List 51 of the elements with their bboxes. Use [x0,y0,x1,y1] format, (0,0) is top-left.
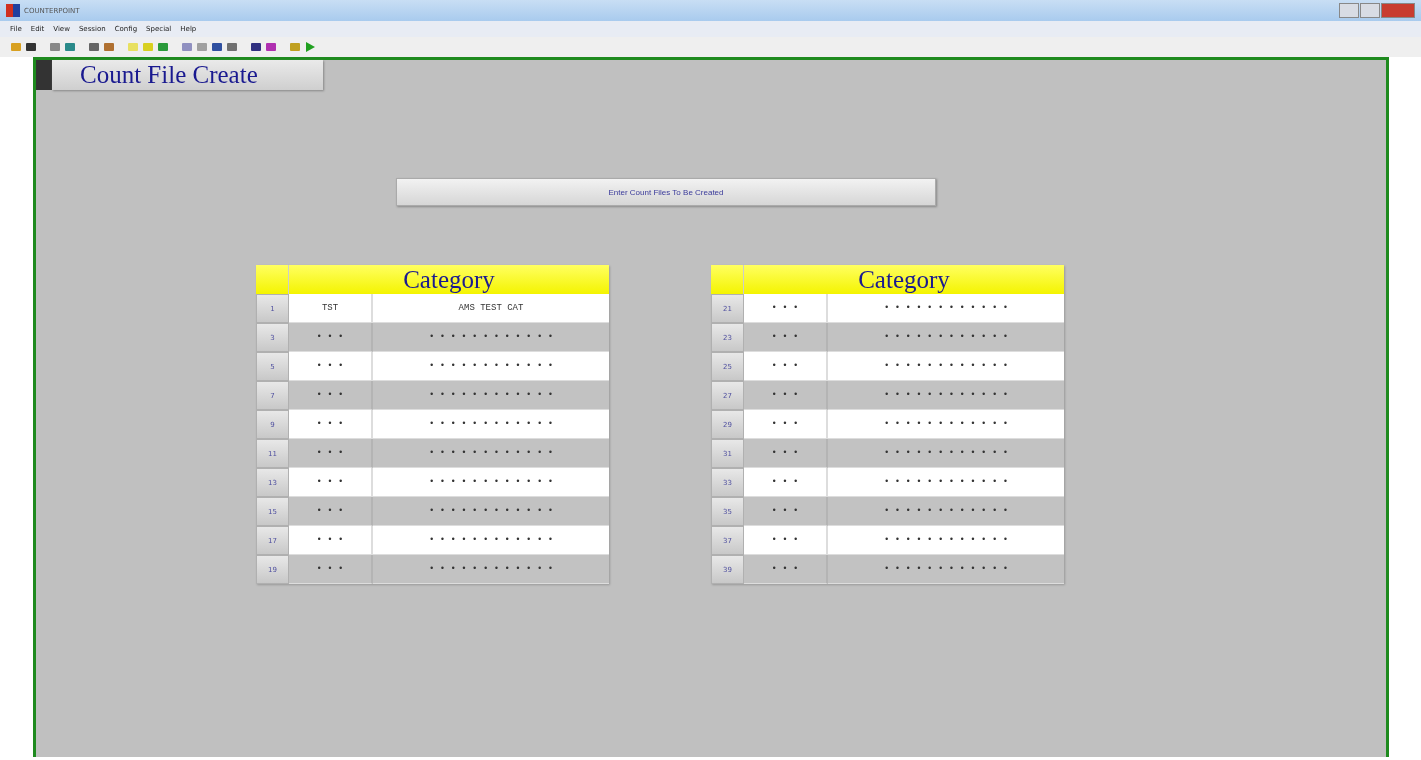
description-field[interactable]: • • • • • • • • • • • • [373,526,609,555]
code-field[interactable]: • • • [289,526,373,555]
form-title: Count File Create [52,60,323,90]
prompt-button[interactable]: Enter Count Files To Be Created [396,178,936,206]
code-field[interactable]: • • • [289,555,373,584]
code-field[interactable]: • • • [744,468,828,497]
description-field[interactable]: • • • • • • • • • • • • [373,497,609,526]
code-field[interactable]: • • • [744,352,828,381]
description-field[interactable]: • • • • • • • • • • • • [373,381,609,410]
code-field[interactable]: • • • [744,526,828,555]
description-field[interactable]: • • • • • • • • • • • • [373,439,609,468]
code-field[interactable]: TST [289,294,373,323]
description-field[interactable]: • • • • • • • • • • • • [373,352,609,381]
description-field[interactable]: • • • • • • • • • • • • [828,439,1064,468]
code-field[interactable]: • • • [289,468,373,497]
maximize-button[interactable] [1360,3,1380,18]
description-field[interactable]: • • • • • • • • • • • • [373,468,609,497]
code-field[interactable]: • • • [744,410,828,439]
code-field[interactable]: • • • [289,410,373,439]
description-field[interactable]: • • • • • • • • • • • • [828,294,1064,323]
description-field[interactable]: • • • • • • • • • • • • [828,352,1064,381]
description-field[interactable]: • • • • • • • • • • • • [373,323,609,352]
description-field[interactable]: • • • • • • • • • • • • [828,526,1064,555]
description-field[interactable]: AMS TEST CAT [373,294,609,323]
code-field[interactable]: • • • [289,352,373,381]
title-marker-icon [36,60,52,90]
description-field[interactable]: • • • • • • • • • • • • [373,410,609,439]
code-field[interactable]: • • • [289,497,373,526]
description-field[interactable]: • • • • • • • • • • • • [828,410,1064,439]
code-field[interactable]: • • • [744,323,828,352]
description-field[interactable]: • • • • • • • • • • • • [828,323,1064,352]
app-logo-icon [6,4,20,17]
code-field[interactable]: • • • [289,439,373,468]
description-field[interactable]: • • • • • • • • • • • • [828,381,1064,410]
code-field[interactable]: • • • [744,497,828,526]
code-field[interactable]: • • • [744,381,828,410]
column-header: Category [744,265,1064,294]
description-field[interactable]: • • • • • • • • • • • • [828,468,1064,497]
code-field[interactable]: • • • [289,381,373,410]
description-field[interactable]: • • • • • • • • • • • • [828,497,1064,526]
code-field[interactable]: • • • [744,555,828,584]
description-field[interactable]: • • • • • • • • • • • • [828,555,1064,584]
header-corner [711,265,744,294]
minimize-button[interactable] [1339,3,1359,18]
code-field[interactable]: • • • [744,294,828,323]
code-field[interactable]: • • • [289,323,373,352]
play-icon[interactable] [304,41,316,53]
code-field[interactable]: • • • [744,439,828,468]
header-corner [256,265,289,294]
description-field[interactable]: • • • • • • • • • • • • [373,555,609,584]
column-header: Category [289,265,609,294]
